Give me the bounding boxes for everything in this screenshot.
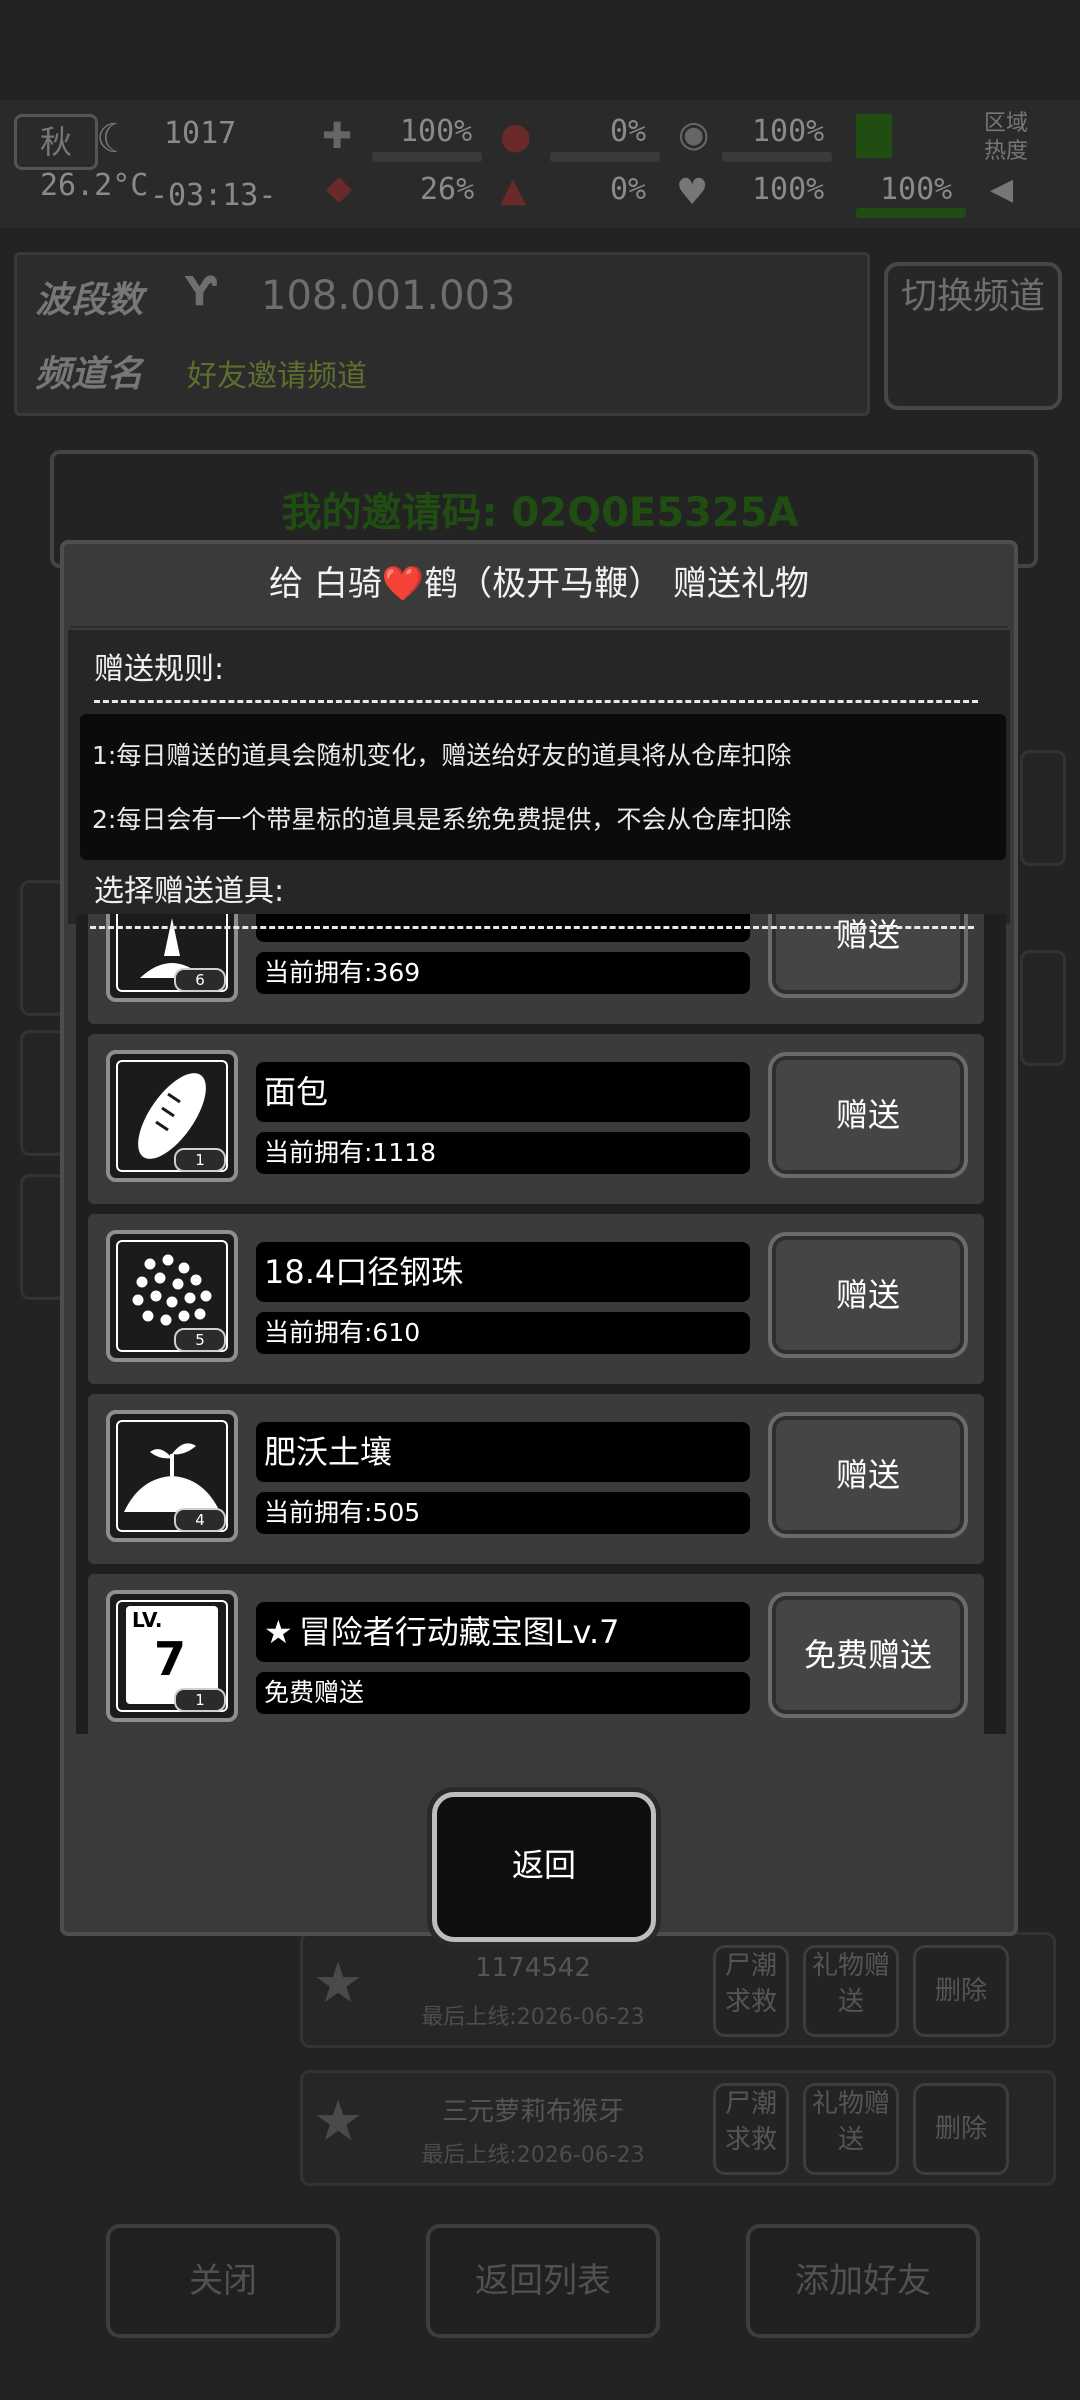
star-icon[interactable]: ★ [313,1951,363,2016]
item-quantity-badge: 6 [174,968,226,992]
item-quantity-badge: 5 [174,1328,226,1352]
gift-button[interactable]: 赠送 [768,1052,968,1178]
region-heat-label: 区域热度 [984,111,1029,164]
moon-icon: ☾ [96,116,132,162]
invite-code: 我的邀请码: 02Q0E5325A [281,490,799,536]
band-label: 波段数 [35,280,144,321]
meat-icon: ◆ [326,168,353,208]
item-quantity-badge: 4 [174,1508,226,1532]
stomach-icon: ● [500,116,532,157]
friend-row: ★ 三元萝莉布猴牙 最后上线:2026-06-23 尸潮求救 礼物赠送 删除 [300,2070,1056,2186]
mask-value: 100% [752,114,825,149]
map-level-text: LV. [132,1608,163,1632]
person-icon [856,114,892,158]
close-button[interactable]: 关闭 [106,2224,340,2338]
health-value: 100% [400,114,473,149]
radio-panel: 波段数 Ƴ 108.001.003 频道名 好友邀请频道 [14,252,870,416]
item-owned: 当前拥有:1118 [256,1132,750,1174]
thirst-value: 0% [610,172,647,207]
channel-value: 好友邀请频道 [187,359,367,394]
friend-name: 三元萝莉布猴牙 [441,2097,624,2127]
delete-friend-button[interactable]: 删除 [913,2083,1009,2175]
item-name-box: ★ 冒险者行动藏宝图Lv.7 [256,1602,750,1662]
hunger-value: 0% [610,114,647,149]
map-level-number: 7 [154,1632,187,1686]
gift-item-card: 4 肥沃土壤 当前拥有:505 赠送 [88,1394,984,1564]
return-button[interactable]: 返回 [432,1792,656,1942]
item-owned: 当前拥有:369 [256,952,750,994]
rules-label: 赠送规则: [94,652,225,687]
item-quantity-badge: 1 [174,1148,226,1172]
rule-line: 2:每日会有一个带星标的道具是系统免费提供，不会从仓库扣除 [92,805,792,834]
status-bar: 秋 ☾ 1017 26.2°C -03:13- ✚ 100% ● 0% ◉ 10… [0,100,1080,228]
season-badge: 秋 [14,114,98,170]
steel-balls-icon: 5 [106,1230,238,1362]
items-list[interactable]: 6 当前拥有:369 赠送 1 面包 当前拥有:1118 赠送 5 18.4口径… [76,914,1006,1734]
item-owned: 免费赠送 [256,1672,750,1714]
gift-button[interactable]: 赠送 [768,1412,968,1538]
speaker-icon[interactable]: ◀ [990,172,1013,207]
game-time: 1017 [164,116,237,151]
item-name: 18.4口径钢珠 [256,1242,750,1302]
add-friend-button[interactable]: 添加好友 [746,2224,980,2338]
rules-box: 1:每日赠送的道具会随机变化，赠送给好友的道具将从仓库扣除 2:每日会有一个带星… [80,714,1006,860]
mood-value: 100% [752,172,825,207]
bread-icon: 1 [106,1050,238,1182]
free-gift-button[interactable]: 免费赠送 [768,1592,968,1718]
gift-item-card: 1 面包 当前拥有:1118 赠送 [88,1034,984,1204]
item-quantity-badge: 1 [174,1688,226,1712]
fm-antenna-icon: Ƴ [185,269,217,315]
star-icon: ★ [264,1613,293,1651]
friend-name: 1174542 [475,1953,591,1983]
gasmask-icon: ◉ [678,114,710,155]
back-to-list-button[interactable]: 返回列表 [426,2224,660,2338]
select-items-label: 选择赠送道具: [94,874,285,909]
item-name: 冒险者行动藏宝图Lv.7 [298,1613,620,1651]
rule-line: 1:每日赠送的道具会随机变化，赠送给好友的道具将从仓库扣除 [92,741,792,770]
rules-panel: 赠送规则: 1:每日赠送的道具会随机变化，赠送给好友的道具将从仓库扣除 2:每日… [68,630,1010,924]
item-owned: 当前拥有:610 [256,1312,750,1354]
switch-channel-button[interactable]: 切换频道 [884,262,1062,410]
blood-drop-icon: ▲ [500,170,527,210]
gift-friend-button[interactable]: 礼物赠送 [803,1945,899,2037]
treasure-map-icon: LV. 7 1 [106,1590,238,1722]
gift-item-card: 5 18.4口径钢珠 当前拥有:610 赠送 [88,1214,984,1384]
item-name: 肥沃土壤 [256,1422,750,1482]
gift-item-card: 6 当前拥有:369 赠送 [88,914,984,1024]
energy-value: 100% [880,172,953,207]
band-value: 108.001.003 [261,273,516,319]
gift-friend-button[interactable]: 礼物赠送 [803,2083,899,2175]
soil-sprout-icon: 4 [106,1410,238,1542]
medkit-icon: ✚ [322,116,353,157]
friend-row: ★ 1174542 最后上线:2026-06-23 尸潮求救 礼物赠送 删除 [300,1932,1056,2048]
temperature: 26.2°C [40,168,149,203]
star-icon[interactable]: ★ [313,2089,363,2154]
horde-help-button[interactable]: 尸潮求救 [713,2083,789,2175]
gift-dialog: 给 白骑❤️鹤（极开马鞭） 赠送礼物 赠送规则: 1:每日赠送的道具会随机变化，… [60,540,1018,1942]
food-value: 26% [420,172,475,207]
horde-help-button[interactable]: 尸潮求救 [713,1945,789,2037]
friend-last-login: 最后上线:2026-06-23 [421,2005,645,2030]
item-name: 面包 [256,1062,750,1122]
clock: -03:13- [150,178,277,213]
delete-friend-button[interactable]: 删除 [913,1945,1009,2037]
channel-label: 频道名 [35,354,144,395]
heart-icon: ♥ [676,172,709,213]
item-owned: 当前拥有:505 [256,1492,750,1534]
dialog-title: 给 白骑❤️鹤（极开马鞭） 赠送礼物 [269,564,809,604]
gift-item-card: LV. 7 1 ★ 冒险者行动藏宝图Lv.7 免费赠送 免费赠送 [88,1574,984,1734]
gift-button[interactable]: 赠送 [768,1232,968,1358]
friend-last-login: 最后上线:2026-06-23 [421,2143,645,2168]
